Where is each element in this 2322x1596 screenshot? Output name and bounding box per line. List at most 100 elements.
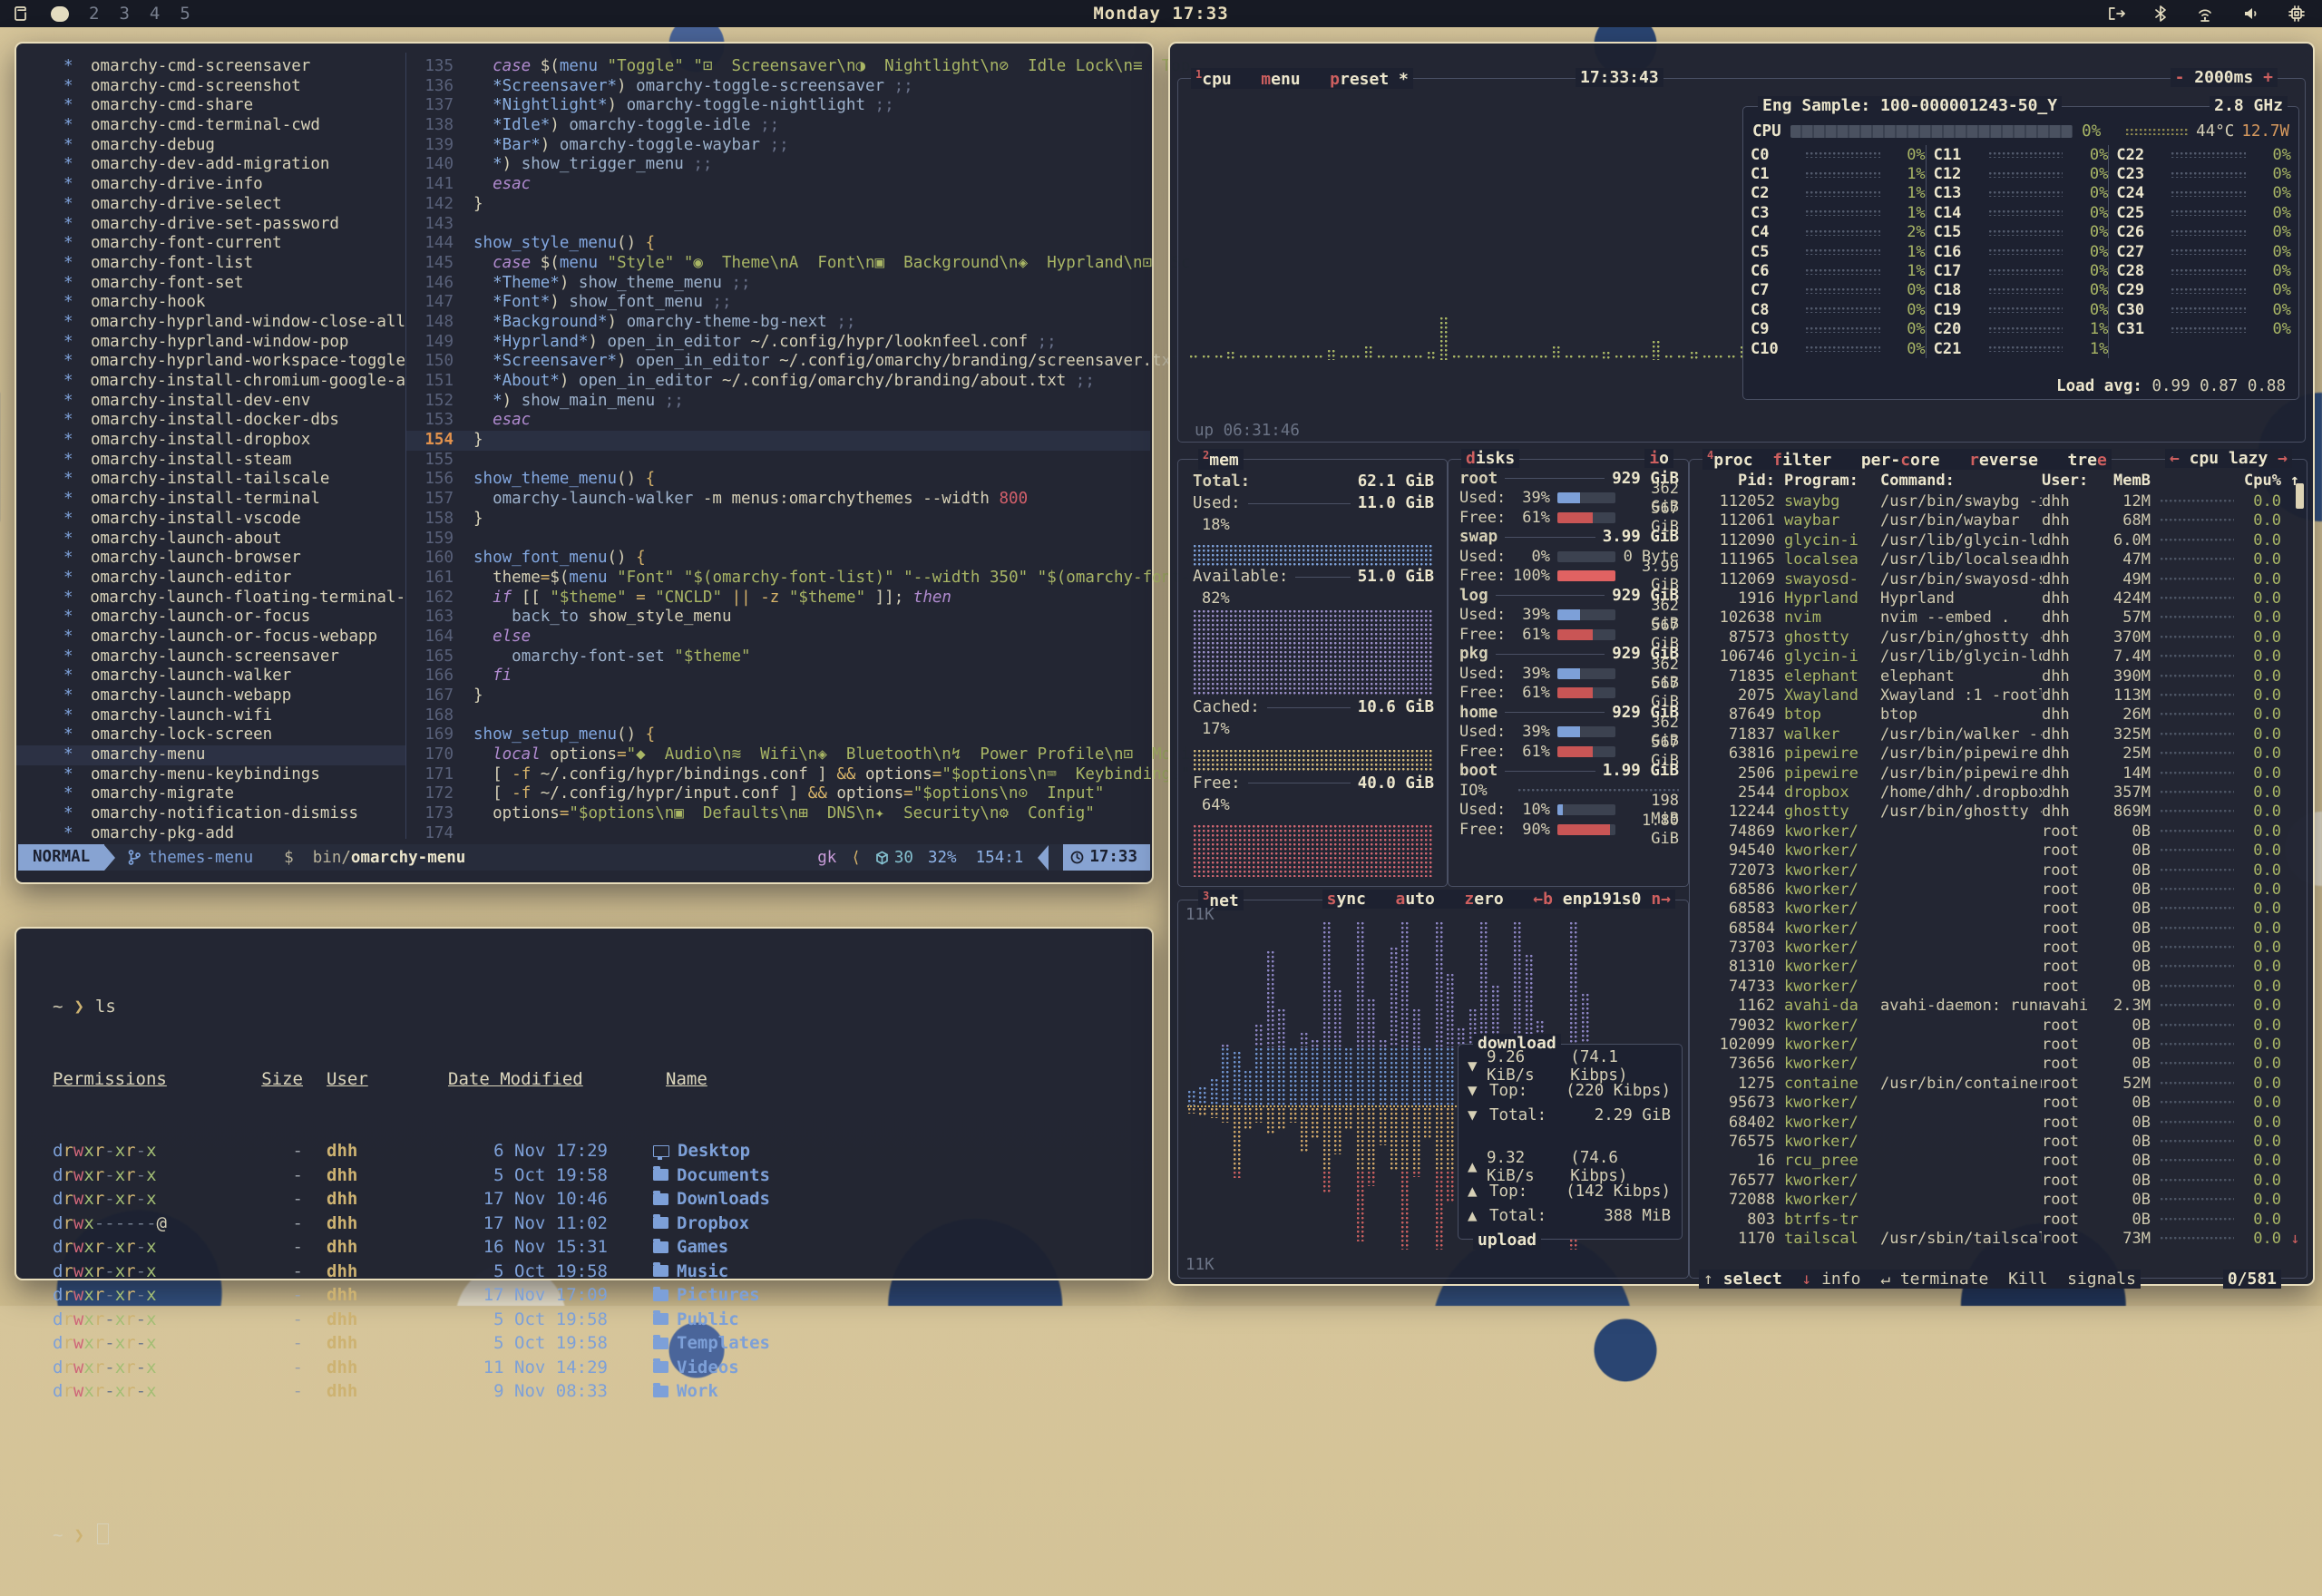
code-line[interactable]: 135 case $(menu "Toggle" "⊡ Screensaver\… [406,57,1150,77]
process-row[interactable]: 73656kworker/root0B0.0 [1695,1055,2299,1074]
file-item[interactable]: *omarchy-menu [16,745,405,765]
workspace-4[interactable]: 4 [150,4,160,24]
code-pane[interactable]: 135 case $(menu "Toggle" "⊡ Screensaver\… [406,57,1150,844]
file-item[interactable]: *omarchy-drive-set-password [16,215,405,235]
proc-footer-keys[interactable]: ↑ select ↓ info ↵ terminate Kill signals [1699,1270,2141,1289]
process-row[interactable]: 87573ghostty/usr/bin/ghostty --gtk-dhh37… [1695,628,2299,647]
file-item[interactable]: *omarchy-install-dev-env [16,392,405,412]
volume-icon[interactable] [2242,5,2260,23]
file-item[interactable]: *omarchy-drive-info [16,175,405,195]
process-list[interactable]: 112052swaybg/usr/bin/swaybg -i /homdhh12… [1695,491,2299,1248]
code-line[interactable]: 150 *Screensaver*) open_in_editor ~/.con… [406,352,1150,372]
process-row[interactable]: 112052swaybg/usr/bin/swaybg -i /homdhh12… [1695,491,2299,511]
code-line[interactable]: 154} [406,431,1150,451]
file-item[interactable]: *omarchy-cmd-screenshot [16,77,405,97]
process-row[interactable]: 72073kworker/root0B0.0 [1695,861,2299,880]
process-row[interactable]: 68402kworker/root0B0.0 [1695,1113,2299,1132]
process-row[interactable]: 102638nvimnvim --embed .dhh57M0.0 [1695,608,2299,628]
terminal-icon[interactable] [13,5,31,23]
process-row[interactable]: 111965localsea/usr/lib/localsearch-exdhh… [1695,550,2299,569]
process-row[interactable]: 112061waybar/usr/bin/waybardhh68M0.0 [1695,511,2299,530]
process-row[interactable]: 68584kworker/root0B0.0 [1695,919,2299,938]
logout-icon[interactable] [2106,5,2126,23]
file-item[interactable]: *omarchy-cmd-terminal-cwd [16,116,405,136]
file-item[interactable]: *omarchy-install-tailscale [16,470,405,490]
process-row[interactable]: 1170tailscal/usr/sbin/tailscaled --root7… [1695,1229,2299,1248]
process-row[interactable]: 72088kworker/root0B0.0 [1695,1190,2299,1209]
file-item[interactable]: *omarchy-font-list [16,254,405,274]
code-line[interactable]: 161 theme=$(menu "Font" "$(omarchy-font-… [406,569,1150,589]
wifi-icon[interactable] [2195,5,2215,23]
code-line[interactable]: 155 [406,451,1150,471]
code-line[interactable]: 171 [ -f ~/.config/hypr/bindings.conf ] … [406,765,1150,785]
workspace-5[interactable]: 5 [180,4,190,24]
code-line[interactable]: 157 omarchy-launch-walker -m menus:omarc… [406,490,1150,510]
file-item[interactable]: *omarchy-launch-or-focus-webapp [16,628,405,647]
file-item[interactable]: *omarchy-cmd-screensaver [16,57,405,77]
code-line[interactable]: 153 esac [406,411,1150,431]
code-line[interactable]: 165 omarchy-font-set "$theme" [406,647,1150,667]
code-line[interactable]: 173 options="$options\n▣ Defaults\n⊞ DNS… [406,804,1150,824]
code-line[interactable]: 141 esac [406,175,1150,195]
process-row[interactable]: 68583kworker/root0B0.0 [1695,900,2299,919]
code-line[interactable]: 152 *) show_main_menu ;; [406,392,1150,412]
code-line[interactable]: 143 [406,215,1150,235]
process-row[interactable]: 803btrfs-trroot0B0.0 [1695,1210,2299,1229]
shell-prompt[interactable]: ~❯ [53,1523,1152,1548]
file-item[interactable]: *omarchy-font-current [16,234,405,254]
process-row[interactable]: 81310kworker/root0B0.0 [1695,958,2299,977]
process-row[interactable]: 106746glycin-i/usr/lib/glycin-loadersdhh… [1695,647,2299,667]
file-item[interactable]: *omarchy-menu-keybindings [16,765,405,785]
code-line[interactable]: 167} [406,686,1150,706]
process-row[interactable]: 112090glycin-i/usr/lib/glycin-loadersdhh… [1695,530,2299,550]
code-line[interactable]: 164 else [406,628,1150,647]
proc-panel-tabs[interactable]: 4proc filter per-core reverse tree [1702,449,2112,470]
code-line[interactable]: 149 *Hyprland*) open_in_editor ~/.config… [406,333,1150,353]
file-item[interactable]: *omarchy-migrate [16,784,405,804]
code-line[interactable]: 138 *Idle*) omarchy-toggle-idle ;; [406,116,1150,136]
file-item[interactable]: *omarchy-debug [16,136,405,156]
process-row[interactable]: 1162avahi-daavahi-daemon: running [avahi… [1695,997,2299,1016]
code-line[interactable]: 168 [406,706,1150,726]
code-line[interactable]: 163 back_to show_style_menu [406,608,1150,628]
process-row[interactable]: 74869kworker/root0B0.0 [1695,822,2299,841]
terminal-window[interactable]: ~❯ls PermissionsSizeUserDate ModifiedNam… [15,927,1154,1280]
proc-scrollbar[interactable] [2296,483,2304,509]
file-item[interactable]: *omarchy-hook [16,293,405,313]
file-item[interactable]: *omarchy-launch-about [16,530,405,550]
io-tab[interactable]: io [1644,449,1673,468]
code-line[interactable]: 145 case $(menu "Style" "◉ Theme\nA Font… [406,254,1150,274]
code-line[interactable]: 156show_theme_menu() { [406,470,1150,490]
process-row[interactable]: 2544dropbox/home/dhh/.dropbox-distdhh357… [1695,783,2299,802]
code-line[interactable]: 147 *Font*) show_font_menu ;; [406,293,1150,313]
net-panel-tabs[interactable]: sync auto zero ←b enp191s0 n→ [1322,890,1675,909]
workspace-2[interactable]: 2 [89,4,99,24]
code-line[interactable]: 169show_setup_menu() { [406,725,1150,745]
code-line[interactable]: 166 fi [406,667,1150,686]
cpu-panel-tabs[interactable]: 1cpu menu preset * [1191,68,1413,89]
file-item[interactable]: *omarchy-lock-screen [16,725,405,745]
workspace-3[interactable]: 3 [119,4,129,24]
file-item[interactable]: *omarchy-pkg-add [16,824,405,844]
code-line[interactable]: 144show_style_menu() { [406,234,1150,254]
code-line[interactable]: 174 [406,824,1150,844]
file-item[interactable]: *omarchy-launch-webapp [16,686,405,706]
code-line[interactable]: 137 *Nightlight*) omarchy-toggle-nightli… [406,96,1150,116]
file-item[interactable]: *omarchy-hyprland-window-close-all [16,313,405,333]
code-line[interactable]: 139 *Bar*) omarchy-toggle-waybar ;; [406,136,1150,156]
file-item[interactable]: *omarchy-install-terminal [16,490,405,510]
git-branch[interactable]: themes-menu [128,849,253,867]
process-row[interactable]: 71837walker/usr/bin/walker --gappldhh325… [1695,725,2299,744]
file-item[interactable]: *omarchy-install-docker-dbs [16,411,405,431]
file-item[interactable]: *omarchy-notification-dismiss [16,804,405,824]
code-line[interactable]: 172 [ -f ~/.config/hypr/input.conf ] && … [406,784,1150,804]
workspace-1[interactable] [51,6,69,22]
code-line[interactable]: 146 *Theme*) show_theme_menu ;; [406,274,1150,294]
code-line[interactable]: 160show_font_menu() { [406,549,1150,569]
file-item[interactable]: *omarchy-launch-browser [16,549,405,569]
process-row[interactable]: 94540kworker/root0B0.0 [1695,841,2299,860]
file-item[interactable]: *omarchy-font-set [16,274,405,294]
btop-window[interactable]: 1cpu menu preset * 17:33:43 - 2000ms + u… [1168,42,2315,1286]
process-row[interactable]: 79032kworker/root0B0.0 [1695,1016,2299,1035]
process-row[interactable]: 71835elephantelephantdhh390M0.0 [1695,667,2299,686]
